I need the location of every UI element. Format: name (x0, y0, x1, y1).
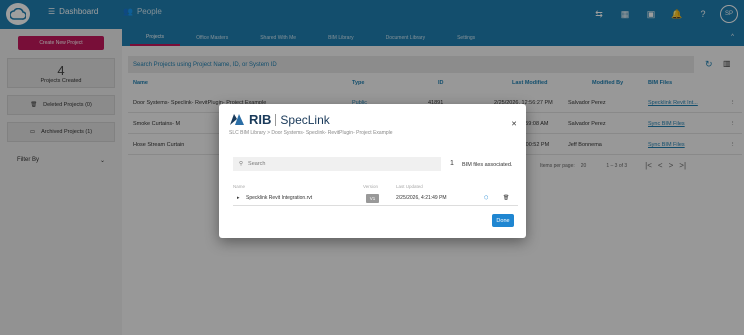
expand-icon[interactable]: ▸ (237, 195, 240, 201)
search-placeholder: Search (248, 161, 266, 167)
bim-associated-label: BIM files associated. (462, 162, 513, 168)
breadcrumb: SLC BIM Library > Door Systems- Speclink… (229, 130, 393, 136)
col-file-name: Name (233, 184, 246, 189)
bim-files-dialog: RIB SpecLink SLC BIM Library > Door Syst… (219, 104, 526, 238)
bim-file-row[interactable]: ▸ Specklink Revit Integration.rvt V1 2/2… (233, 192, 518, 206)
trash-icon[interactable]: 🗑 (503, 195, 509, 201)
logo-divider (275, 113, 277, 126)
bim-file-count: 1 (450, 160, 454, 167)
file-name: Specklink Revit Integration.rvt (246, 195, 313, 201)
cube-icon[interactable]: ⬡ (484, 195, 488, 201)
file-updated: 2/25/2026, 4:21:49 PM (396, 195, 447, 201)
brand-name: RIB (249, 112, 272, 127)
version-badge: V1 (366, 194, 379, 203)
col-version: Version (363, 184, 379, 189)
col-last-updated: Last Updated (396, 184, 423, 189)
search-icon: ⚲ (239, 161, 244, 167)
close-icon[interactable]: ✕ (511, 120, 517, 128)
bim-search-input[interactable]: ⚲ Search (233, 157, 441, 171)
done-button[interactable]: Done (492, 214, 514, 227)
rib-logo-icon (230, 114, 244, 125)
speclink-logo: RIB SpecLink (229, 112, 330, 127)
product-name: SpecLink (280, 112, 330, 127)
